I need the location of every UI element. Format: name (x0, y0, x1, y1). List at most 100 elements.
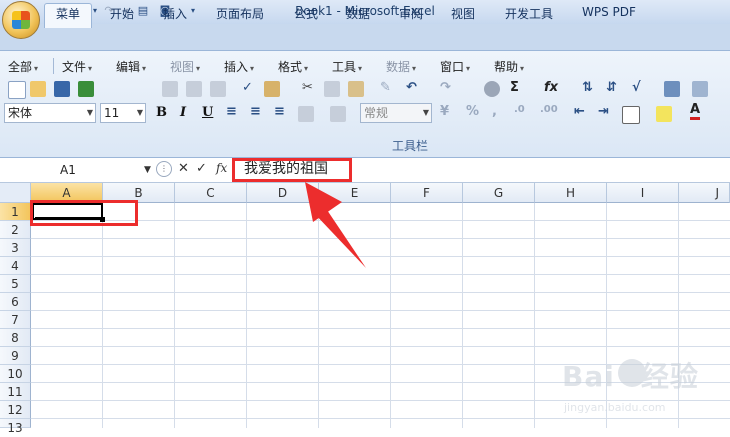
row-header[interactable]: 7 (0, 311, 31, 329)
print-icon[interactable] (162, 81, 178, 97)
number-format-combo[interactable]: 常规 ▼ (360, 103, 432, 123)
menu-file[interactable]: 文件 ▾ (62, 58, 92, 75)
row-header[interactable]: 10 (0, 365, 31, 383)
tab-home[interactable]: 开始 (110, 5, 134, 22)
align-left-icon[interactable]: ≡ (226, 104, 237, 119)
tab-insert[interactable]: 插入 (163, 5, 187, 22)
increase-indent-icon[interactable]: ⇥ (598, 104, 609, 119)
row-header[interactable]: 1 (0, 203, 31, 221)
font-color-icon[interactable]: A (690, 103, 701, 120)
bold-icon[interactable]: B (156, 105, 167, 120)
office-button[interactable] (2, 1, 40, 39)
open-folder-icon[interactable] (30, 81, 46, 97)
insert-function-icon[interactable]: fx (216, 161, 227, 175)
tab-menu[interactable]: 菜单 (56, 5, 80, 22)
column-header-h[interactable]: H (535, 183, 607, 203)
chevron-down-icon[interactable]: ▼ (87, 104, 93, 122)
decrease-indent-icon[interactable]: ⇤ (574, 104, 585, 119)
row-header[interactable]: 8 (0, 329, 31, 347)
column-header-d[interactable]: D (247, 183, 319, 203)
row-header[interactable]: 2 (0, 221, 31, 239)
row-header[interactable]: 9 (0, 347, 31, 365)
chevron-down-icon[interactable]: ▼ (137, 104, 143, 122)
preview-icon[interactable] (186, 81, 202, 97)
name-box[interactable]: A1 ▼ (0, 160, 154, 180)
column-header-c[interactable]: C (175, 183, 247, 203)
percent-icon[interactable]: % (466, 104, 479, 119)
row-header[interactable]: 6 (0, 293, 31, 311)
filter-icon[interactable]: √ (632, 80, 641, 95)
chevron-down-icon[interactable]: ▼ (144, 160, 151, 180)
insert-function-icon[interactable]: fx (544, 80, 558, 95)
drawing-icon[interactable] (692, 81, 708, 97)
tab-formulas[interactable]: 公式 (294, 5, 318, 22)
font-name-combo[interactable]: 宋体 ▼ (4, 103, 96, 123)
spell-check-icon[interactable]: ✓ (242, 80, 253, 95)
select-all-corner[interactable] (0, 183, 31, 203)
tab-review[interactable]: 审阅 (399, 5, 423, 22)
autosum-icon[interactable]: Σ (510, 80, 519, 95)
underline-icon[interactable]: U (202, 105, 213, 120)
chevron-down-icon[interactable]: ▼ (423, 104, 429, 122)
paste-icon[interactable] (348, 81, 364, 97)
row-header[interactable]: 11 (0, 383, 31, 401)
menu-data[interactable]: 数据 ▾ (386, 58, 416, 75)
merge-center-icon[interactable] (298, 106, 314, 122)
save-file-icon[interactable] (54, 81, 70, 97)
font-size-combo[interactable]: 11 ▼ (100, 103, 146, 123)
decrease-decimal-icon[interactable]: .00 (540, 104, 558, 115)
enter-icon[interactable]: ✓ (196, 161, 207, 176)
tab-data[interactable]: 数据 (346, 5, 370, 22)
expand-icon[interactable]: ⋮ (156, 161, 172, 177)
row-header[interactable]: 3 (0, 239, 31, 257)
copy-format-icon[interactable] (210, 81, 226, 97)
align-right-icon[interactable]: ≡ (274, 104, 285, 119)
tab-wps-pdf[interactable]: WPS PDF (582, 5, 636, 19)
borders-icon[interactable] (622, 106, 640, 124)
menu-view[interactable]: 视图 ▾ (170, 58, 200, 75)
toolbar-redo-icon[interactable]: ↷ (440, 80, 451, 95)
hyperlink-icon[interactable] (484, 81, 500, 97)
new-file-icon[interactable] (8, 81, 26, 99)
tab-page-layout[interactable]: 页面布局 (216, 5, 264, 22)
increase-decimal-icon[interactable]: .0 (514, 104, 525, 115)
column-header-i[interactable]: I (607, 183, 679, 203)
column-header-e[interactable]: E (319, 183, 391, 203)
menu-format[interactable]: 格式 ▾ (278, 58, 308, 75)
column-header-f[interactable]: F (391, 183, 463, 203)
sort-descending-icon[interactable]: ⇵ (606, 80, 617, 95)
sort-ascending-icon[interactable]: ⇅ (582, 80, 593, 95)
menu-tools[interactable]: 工具 ▾ (332, 58, 362, 75)
copy-icon[interactable] (324, 81, 340, 97)
fill-color-icon[interactable] (656, 106, 672, 122)
column-header-j[interactable]: J (679, 183, 730, 203)
cut-icon[interactable]: ✂ (302, 80, 313, 95)
italic-icon[interactable]: I (180, 105, 186, 120)
row-header[interactable]: 4 (0, 257, 31, 275)
menu-help[interactable]: 帮助 ▾ (494, 58, 524, 75)
currency-icon[interactable]: ¥ (440, 104, 449, 119)
menu-window[interactable]: 窗口 ▾ (440, 58, 470, 75)
row-header[interactable]: 5 (0, 275, 31, 293)
menu-insert[interactable]: 插入 ▾ (224, 58, 254, 75)
align-center-icon[interactable]: ≡ (250, 104, 261, 119)
office-logo-icon (12, 11, 30, 29)
number-format-value: 常规 (364, 106, 389, 120)
formula-highlight-box (232, 158, 352, 182)
cancel-icon[interactable]: ✕ (178, 161, 189, 176)
tab-view[interactable]: 视图 (451, 5, 475, 22)
research-icon[interactable] (264, 81, 280, 97)
column-header-g[interactable]: G (463, 183, 535, 203)
row-header[interactable]: 13 (0, 419, 31, 435)
chart-icon[interactable] (664, 81, 680, 97)
toolbar-undo-icon[interactable]: ↶ (406, 80, 417, 95)
menu-window-label: 窗口 (440, 60, 465, 74)
menu-all[interactable]: 全部 ▾ (8, 58, 38, 75)
row-header[interactable]: 12 (0, 401, 31, 419)
tab-developer[interactable]: 开发工具 (505, 5, 553, 22)
menu-edit[interactable]: 编辑 ▾ (116, 58, 146, 75)
export-icon[interactable] (78, 81, 94, 97)
format-painter-icon[interactable]: ✎ (380, 80, 391, 95)
wrap-text-icon[interactable] (330, 106, 346, 122)
comma-style-icon[interactable]: , (492, 104, 497, 119)
